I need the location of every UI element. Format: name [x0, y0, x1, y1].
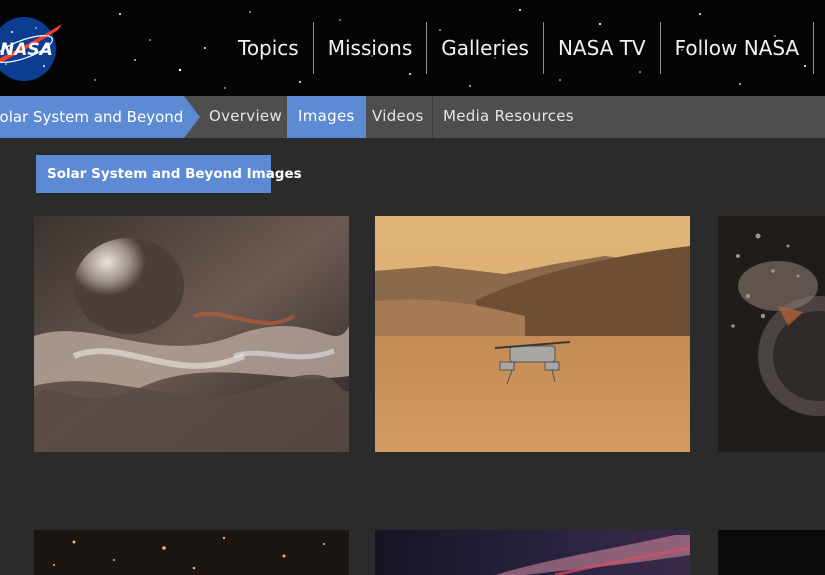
- breadcrumb[interactable]: Solar System and Beyond: [0, 96, 200, 138]
- site-header: NASA Topics Missions Galleries NASA TV F…: [0, 0, 825, 96]
- asteroid-collision-image[interactable]: [718, 216, 825, 452]
- section-subnav: Solar System and Beyond Overview Images …: [0, 96, 825, 138]
- nav-follow-nasa[interactable]: Follow NASA: [661, 22, 813, 74]
- nav-downloads[interactable]: Do: [814, 22, 825, 74]
- nav-nasa-tv[interactable]: NASA TV: [544, 22, 660, 74]
- section-title: Solar System and Beyond Images: [36, 155, 302, 193]
- starfield-image[interactable]: [34, 530, 349, 575]
- breadcrumb-label: Solar System and Beyond: [0, 108, 184, 126]
- main-nav: Topics Missions Galleries NASA TV Follow…: [224, 0, 825, 96]
- nav-galleries[interactable]: Galleries: [427, 22, 543, 74]
- tab-media-resources[interactable]: Media Resources: [433, 96, 584, 138]
- tab-overview[interactable]: Overview: [200, 96, 291, 138]
- nav-topics[interactable]: Topics: [224, 22, 313, 74]
- galaxy-image[interactable]: [375, 530, 690, 575]
- svg-text:NASA: NASA: [0, 40, 53, 60]
- jupiter-clouds-image[interactable]: [34, 216, 349, 452]
- dark-image[interactable]: [718, 530, 825, 575]
- tab-videos[interactable]: Videos: [362, 96, 434, 138]
- nav-missions[interactable]: Missions: [314, 22, 427, 74]
- tab-images[interactable]: Images: [287, 96, 366, 138]
- titan-dragonfly-image[interactable]: [375, 216, 690, 452]
- nasa-logo[interactable]: NASA: [0, 16, 64, 82]
